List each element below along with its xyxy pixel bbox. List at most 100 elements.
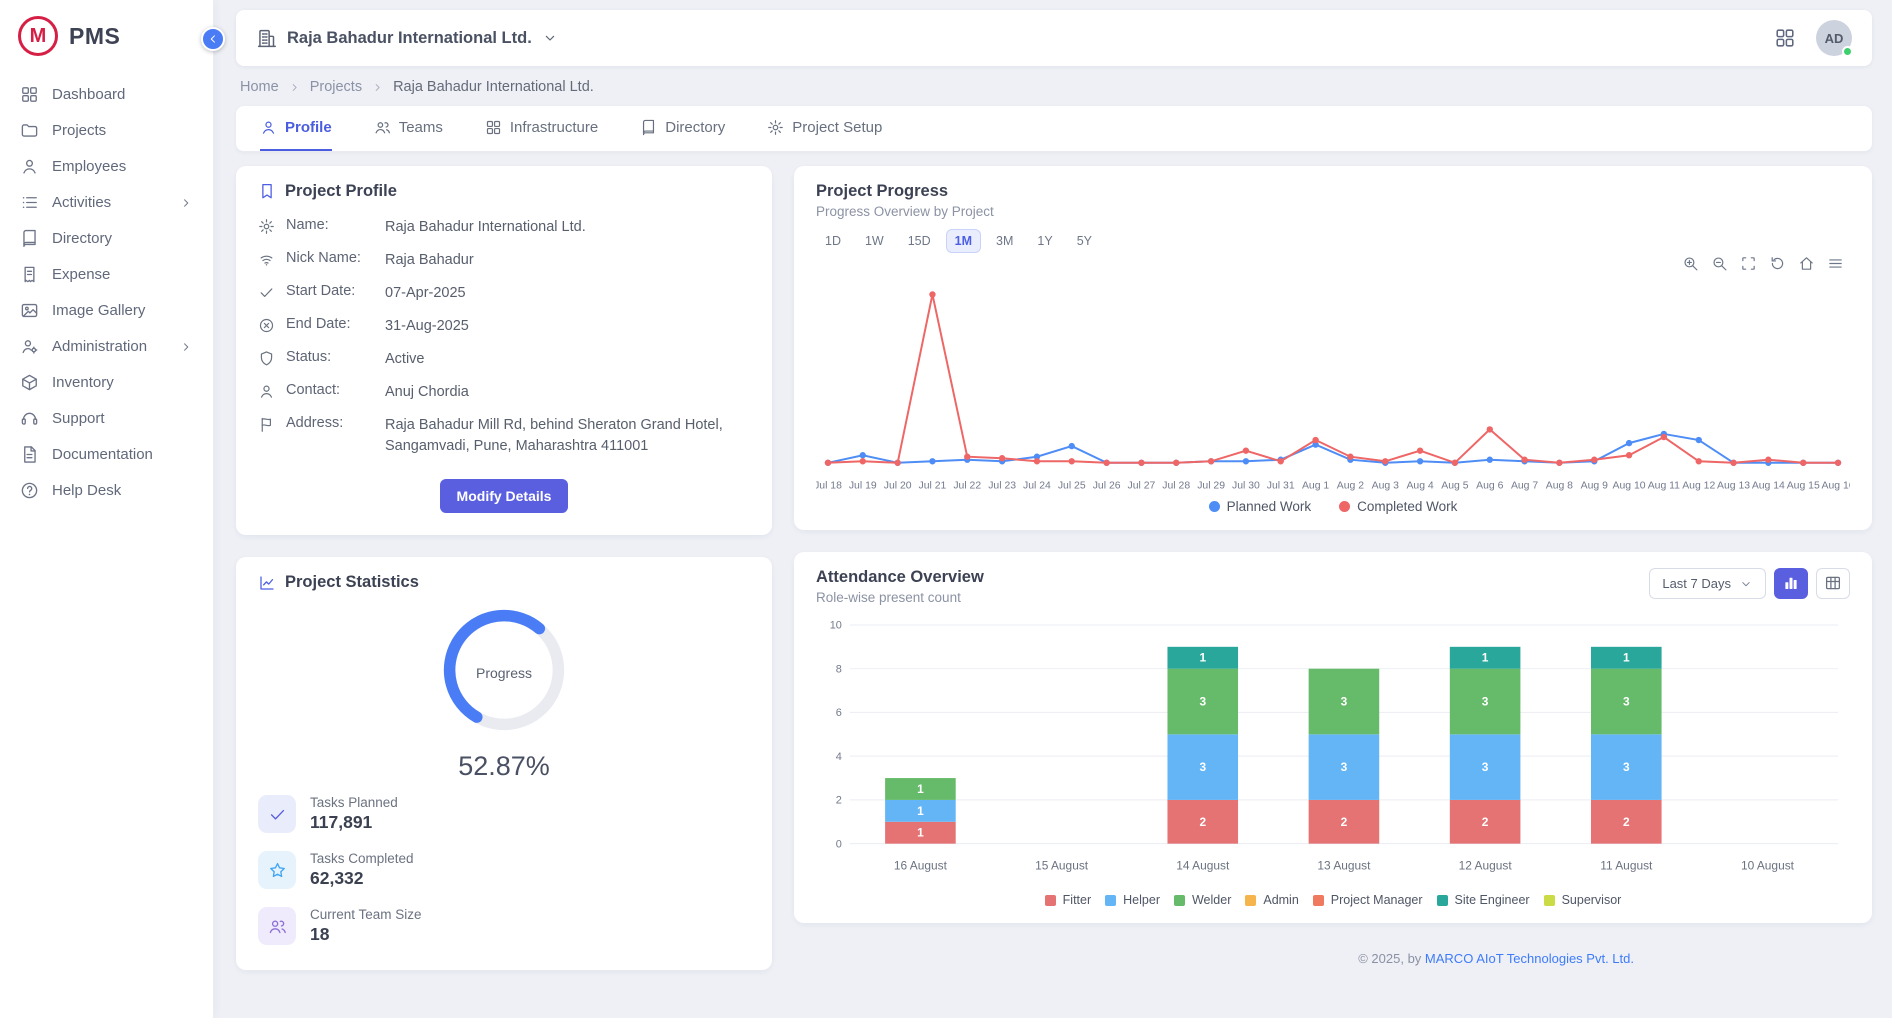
- footer: © 2025, by MARCO AIoT Technologies Pvt. …: [794, 945, 1872, 976]
- range-15d[interactable]: 15D: [899, 229, 940, 253]
- legend-fitter[interactable]: Fitter: [1045, 893, 1091, 907]
- tab-infrastructure[interactable]: Infrastructure: [485, 106, 598, 151]
- sidebar-item-label: Directory: [52, 230, 193, 247]
- box-select-button[interactable]: [1740, 255, 1757, 273]
- field-label: Name:: [286, 217, 374, 233]
- user-icon: [20, 157, 39, 176]
- sidebar-item-label: Projects: [52, 122, 193, 139]
- stat-text: Tasks Completed62,332: [310, 851, 414, 889]
- user-avatar[interactable]: AD: [1816, 20, 1852, 56]
- tab-project-setup[interactable]: Project Setup: [767, 106, 882, 151]
- sidebar-item-activities[interactable]: Activities: [8, 185, 205, 220]
- svg-text:1: 1: [917, 825, 924, 839]
- app-logo: M PMS: [0, 0, 213, 68]
- svg-text:Aug 5: Aug 5: [1441, 481, 1468, 492]
- sidebar-item-dashboard[interactable]: Dashboard: [8, 77, 205, 112]
- book-icon: [20, 229, 39, 248]
- range-1d[interactable]: 1D: [816, 229, 850, 253]
- tab-profile[interactable]: Profile: [260, 106, 332, 151]
- legend-helper[interactable]: Helper: [1105, 893, 1160, 907]
- stat-text: Current Team Size18: [310, 907, 422, 945]
- receipt-icon: [20, 265, 39, 284]
- svg-text:3: 3: [1341, 694, 1348, 708]
- zoom-in-button[interactable]: [1682, 255, 1699, 273]
- breadcrumb-projects[interactable]: Projects: [310, 79, 362, 95]
- date-range-select[interactable]: Last 7 Days: [1649, 568, 1766, 600]
- range-3m[interactable]: 3M: [987, 229, 1022, 253]
- card-title: Project Profile: [285, 182, 397, 201]
- modify-details-button[interactable]: Modify Details: [440, 479, 569, 513]
- sidebar-item-inventory[interactable]: Inventory: [8, 365, 205, 400]
- legend-project-manager[interactable]: Project Manager: [1313, 893, 1423, 907]
- svg-text:Jul 29: Jul 29: [1197, 481, 1225, 492]
- range-selector: 1D1W15D1M3M1Y 5Y: [816, 229, 1850, 253]
- company-link[interactable]: MARCO AIoT Technologies Pvt. Ltd.: [1425, 951, 1634, 966]
- building-icon: [256, 28, 277, 49]
- progress-value: 52.87%: [258, 751, 750, 782]
- legend-label: Completed Work: [1357, 499, 1457, 514]
- svg-text:3: 3: [1482, 760, 1489, 774]
- svg-text:Aug 7: Aug 7: [1511, 481, 1538, 492]
- sidebar-collapse-button[interactable]: [201, 27, 225, 51]
- legend-site-engineer[interactable]: Site Engineer: [1437, 893, 1530, 907]
- zoom-out-icon: [1711, 255, 1728, 272]
- legend-completed-work[interactable]: Completed Work: [1339, 499, 1457, 514]
- svg-text:Aug 6: Aug 6: [1476, 481, 1503, 492]
- attendance-overview-card: Attendance Overview Role-wise present co…: [794, 552, 1872, 923]
- restore-button[interactable]: [1769, 255, 1786, 273]
- svg-text:1: 1: [1482, 650, 1489, 664]
- sidebar-item-support[interactable]: Support: [8, 401, 205, 436]
- bar-view-button[interactable]: [1774, 568, 1808, 599]
- sidebar-item-directory[interactable]: Directory: [8, 221, 205, 256]
- menu-button[interactable]: [1827, 255, 1844, 273]
- legend-supervisor[interactable]: Supervisor: [1544, 893, 1622, 907]
- legend-planned-work[interactable]: Planned Work: [1209, 499, 1312, 514]
- sidebar-item-image-gallery[interactable]: Image Gallery: [8, 293, 205, 328]
- legend-welder[interactable]: Welder: [1174, 893, 1231, 907]
- svg-text:Jul 24: Jul 24: [1023, 481, 1051, 492]
- svg-text:Jul 19: Jul 19: [849, 481, 877, 492]
- range-1m[interactable]: 1M: [946, 229, 981, 253]
- grid-icon: [485, 119, 502, 136]
- gear-icon: [767, 119, 784, 136]
- range-5y[interactable]: 5Y: [1068, 229, 1101, 253]
- sidebar-item-administration[interactable]: Administration: [8, 329, 205, 364]
- profile-field-name: Name:Raja Bahadur International Ltd.: [258, 211, 750, 244]
- sidebar-item-help-desk[interactable]: Help Desk: [8, 473, 205, 508]
- field-value: Raja Bahadur Mill Rd, behind Sheraton Gr…: [385, 415, 750, 457]
- card-title: Project Progress: [816, 182, 1850, 201]
- progress-line-chart[interactable]: Jul 18Jul 19Jul 20Jul 21Jul 22Jul 23Jul …: [816, 273, 1850, 497]
- svg-text:3: 3: [1341, 760, 1348, 774]
- svg-text:Jul 26: Jul 26: [1093, 481, 1121, 492]
- sidebar-item-projects[interactable]: Projects: [8, 113, 205, 148]
- tab-teams[interactable]: Teams: [374, 106, 443, 151]
- bar-chart-legend: Fitter Helper Welder Admin Project Manager Si…: [816, 893, 1850, 907]
- sidebar-item-expense[interactable]: Expense: [8, 257, 205, 292]
- apps-grid-icon[interactable]: [1774, 27, 1796, 49]
- tab-directory[interactable]: Directory: [640, 106, 725, 151]
- chevron-down-icon: [1739, 576, 1753, 592]
- chart-line-icon: [258, 574, 276, 592]
- zoom-out-button[interactable]: [1711, 255, 1728, 273]
- topbar: Raja Bahadur International Ltd. AD: [236, 10, 1872, 66]
- flag-icon: [258, 416, 275, 433]
- range-1w[interactable]: 1W: [856, 229, 893, 253]
- app-name: PMS: [69, 23, 120, 50]
- sidebar-item-employees[interactable]: Employees: [8, 149, 205, 184]
- svg-text:4: 4: [836, 751, 842, 763]
- attendance-bar-chart[interactable]: 024681016 August11115 August14 August233…: [816, 615, 1850, 885]
- field-label: Nick Name:: [286, 250, 374, 266]
- range-1y[interactable]: 1Y: [1028, 229, 1061, 253]
- sidebar-item-label: Expense: [52, 266, 193, 283]
- breadcrumb-home[interactable]: Home: [240, 79, 279, 95]
- home-icon: [1798, 255, 1815, 272]
- table-view-button[interactable]: [1816, 568, 1850, 599]
- home-button[interactable]: [1798, 255, 1815, 273]
- sidebar-item-documentation[interactable]: Documentation: [8, 437, 205, 472]
- company-selector[interactable]: Raja Bahadur International Ltd.: [256, 28, 558, 49]
- stat-tasks-completed: Tasks Completed62,332: [258, 842, 750, 898]
- view-toggle-group: [1774, 568, 1850, 599]
- svg-text:3: 3: [1199, 694, 1206, 708]
- content-grid: Project Profile Name:Raja Bahadur Intern…: [236, 166, 1872, 976]
- legend-admin[interactable]: Admin: [1245, 893, 1298, 907]
